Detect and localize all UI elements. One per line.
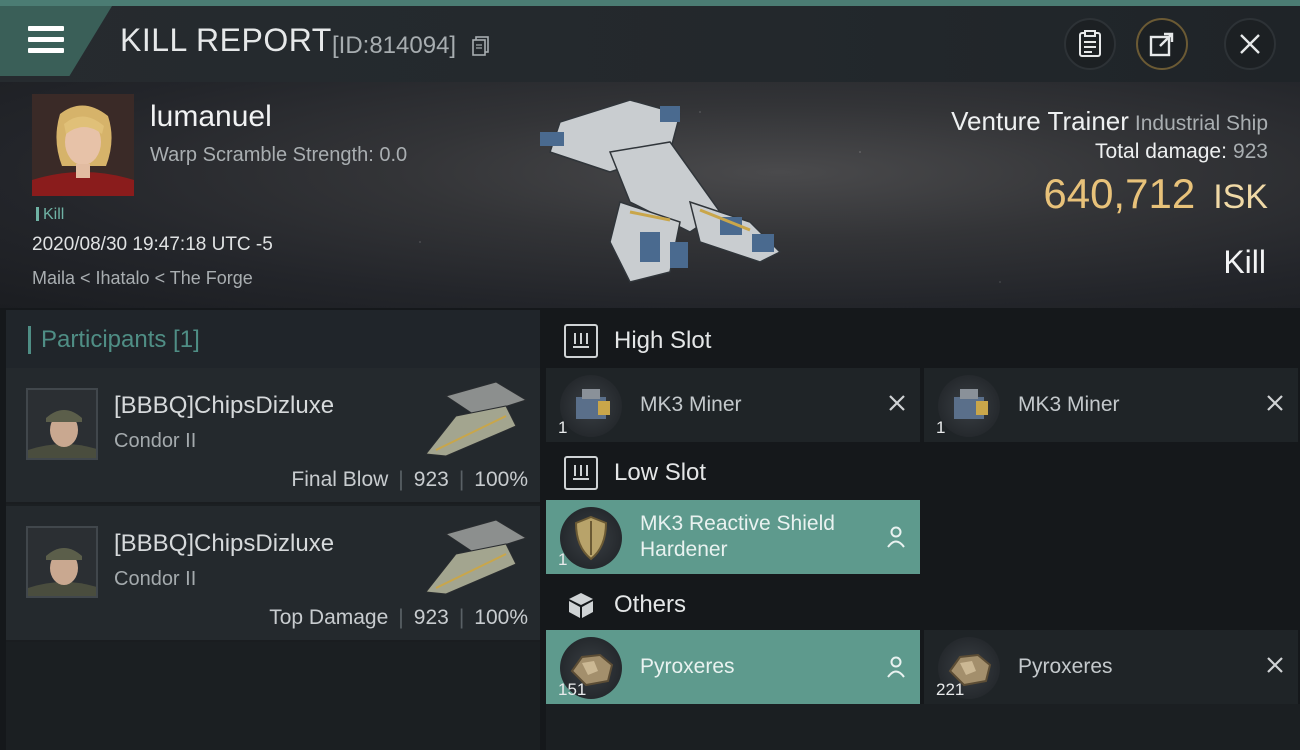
high-slot-icon — [564, 324, 598, 358]
participant-role: Final Blow — [291, 468, 389, 491]
total-damage-label: Total damage: — [1095, 140, 1227, 163]
total-damage: Total damage: 923 — [1095, 140, 1268, 164]
participant-ship: Condor II — [114, 430, 197, 452]
box-icon — [564, 588, 598, 622]
participant-row[interactable]: [BBBQ]ChipsDizluxe Condor II Top Damage |… — [6, 506, 540, 642]
item-name: Pyroxeres — [1018, 655, 1113, 678]
dropped-person-icon — [887, 526, 905, 548]
participant-avatar — [26, 388, 98, 460]
item-quantity: 1 — [936, 418, 946, 437]
ship-class: Industrial Ship — [1134, 112, 1268, 135]
miner-module-icon — [938, 375, 1000, 437]
kill-datetime: 2020/08/30 19:47:18 UTC -5 — [32, 234, 273, 255]
item-name: MK3 Reactive Shield Hardener — [640, 512, 835, 561]
kill-result: Kill — [1223, 244, 1266, 280]
high-slot-header: High Slot — [546, 312, 1300, 370]
participants-title: Participants [1] — [28, 326, 200, 354]
item-quantity: 221 — [936, 680, 965, 699]
close-button[interactable] — [1224, 18, 1276, 70]
participant-stats: Top Damage | 923 | 100% — [269, 606, 528, 629]
participant-percent: 100% — [474, 468, 528, 491]
item-name: MK3 Miner — [1018, 393, 1120, 416]
participant-stats: Final Blow | 923 | 100% — [291, 468, 528, 491]
others-header: Others — [546, 576, 1300, 634]
slots-bottom-area — [546, 704, 1300, 750]
copy-icon[interactable] — [472, 36, 490, 56]
destroyed-icon — [1267, 395, 1283, 411]
victim-portrait[interactable] — [32, 94, 134, 196]
participant-name: [BBBQ]ChipsDizluxe — [114, 530, 335, 557]
ship-name: Venture Trainer — [951, 106, 1129, 136]
share-button[interactable] — [1136, 18, 1188, 70]
close-icon — [1240, 34, 1260, 54]
warp-scramble-strength: Warp Scramble Strength: 0.0 — [150, 144, 408, 166]
kill-tag: Kill — [36, 206, 64, 224]
item-card[interactable]: 151 Pyroxeres — [546, 630, 920, 704]
participant-ship-image — [425, 381, 528, 457]
victim-ship-image — [540, 99, 782, 283]
item-quantity: 1 — [558, 550, 568, 569]
participant-row[interactable]: [BBBQ]ChipsDizluxe Condor II Final Blow |… — [6, 368, 540, 504]
destroyed-icon — [889, 395, 905, 411]
item-name: MK3 Miner — [640, 393, 742, 416]
participant-damage: 923 — [413, 468, 449, 491]
dropped-person-icon — [887, 656, 905, 678]
shield-hardener-icon — [560, 507, 622, 569]
destroyed-icon — [1267, 657, 1283, 673]
low-slot-icon — [564, 456, 598, 490]
miner-module-icon — [560, 375, 622, 437]
participant-ship: Condor II — [114, 568, 197, 590]
kill-id: [ID:814094] — [332, 32, 457, 59]
participant-name: [BBBQ]ChipsDizluxe — [114, 392, 335, 419]
clipboard-icon — [1079, 30, 1101, 57]
participant-avatar — [26, 526, 98, 598]
low-slot-header: Low Slot — [546, 444, 1300, 502]
victim-ship[interactable]: Venture Trainer Industrial Ship — [951, 106, 1268, 137]
kill-location[interactable]: Maila < Ihatalo < The Forge — [32, 268, 253, 289]
participant-ship-image — [425, 519, 528, 595]
item-name: Pyroxeres — [640, 655, 735, 678]
total-damage-value: 923 — [1232, 140, 1268, 163]
item-card[interactable]: 1 MK3 Miner — [546, 368, 920, 442]
item-quantity: 1 — [558, 418, 568, 437]
isk-amount: 640,712 — [1043, 170, 1196, 217]
isk-unit: ISK — [1213, 178, 1268, 216]
high-slot-title: High Slot — [614, 327, 712, 354]
participant-role: Top Damage — [269, 606, 389, 629]
hamburger-icon — [28, 26, 64, 56]
isk-value: 640,712 ISK — [1043, 170, 1268, 218]
participant-damage: 923 — [413, 606, 449, 629]
participant-percent: 100% — [474, 606, 528, 629]
item-card[interactable]: 221 Pyroxeres — [924, 630, 1298, 704]
page-title: KILL REPORT — [120, 22, 332, 58]
item-quantity: 151 — [558, 680, 587, 699]
item-card[interactable]: 1 MK3 Miner — [924, 368, 1298, 442]
share-icon — [1149, 32, 1174, 57]
others-title: Others — [614, 591, 687, 618]
item-card[interactable]: 1 MK3 Reactive Shield Hardener — [546, 500, 920, 574]
low-slot-title: Low Slot — [614, 459, 707, 486]
victim-name[interactable]: lumanuel — [150, 100, 272, 134]
clipboard-button[interactable] — [1064, 18, 1116, 70]
victim-avatar-image — [32, 94, 134, 196]
